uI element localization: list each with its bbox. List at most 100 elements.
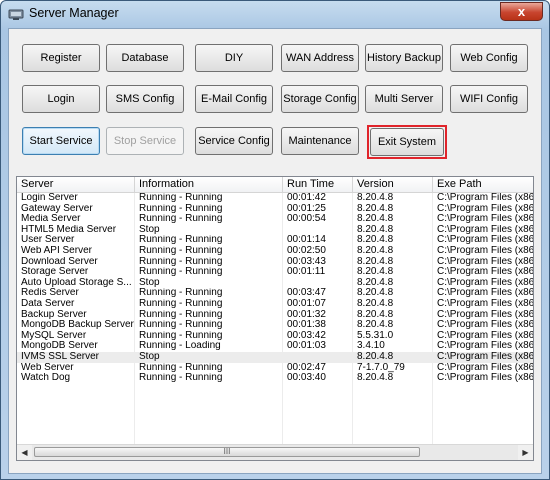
table-row[interactable]: Storage Server Running - Running 00:01:11 8… — [17, 267, 533, 278]
column-header-server[interactable]: Server — [17, 177, 135, 192]
table-cell: 00:03:43 — [287, 256, 326, 267]
column-header-exe-path[interactable]: Exe Path — [433, 177, 533, 192]
table-cell: 8.20.4.8 — [357, 277, 394, 288]
start-service-button[interactable]: Start Service — [22, 127, 100, 155]
table-row[interactable]: Web API Server Running - Running 00:02:50 8… — [17, 246, 533, 257]
table-cell: 00:02:47 — [287, 362, 326, 373]
table-cell: Storage Server — [21, 267, 89, 278]
table-cell: 3.4.10 — [357, 341, 385, 352]
table-row[interactable]: Backup Server Running - Running 00:01:32 8.… — [17, 310, 533, 321]
table-cell: C:\Program Files (x86)\I\ — [437, 288, 533, 299]
register-button[interactable]: Register — [22, 44, 100, 72]
table-row[interactable]: Web Server Running - Running 00:02:47 7-1.7… — [17, 363, 533, 374]
table-cell: Running - Running — [139, 320, 223, 331]
table-cell: Running - Running — [139, 298, 223, 309]
column-header-information[interactable]: Information — [135, 177, 283, 192]
login-button[interactable]: Login — [22, 85, 100, 113]
table-row[interactable]: Login Server Running - Running 00:01:42 8.2… — [17, 193, 533, 204]
table-row[interactable]: Auto Upload Storage S... Stop 8.20.4.8 C:\P… — [17, 278, 533, 289]
table-cell: 00:02:50 — [287, 245, 326, 256]
table-row[interactable]: MySQL Server Running - Running 00:03:42 5.5… — [17, 331, 533, 342]
table-cell: C:\Program Files (x86)\I\ — [437, 351, 533, 362]
history-backup-button[interactable]: History Backup — [365, 44, 443, 72]
table-cell: Running - Running — [139, 235, 223, 246]
web-config-button[interactable]: Web Config — [450, 44, 528, 72]
table-cell: 5.5.31.0 — [357, 330, 394, 341]
table-cell: 00:03:47 — [287, 288, 326, 299]
table-cell: 00:01:03 — [287, 341, 326, 352]
column-header-run-time[interactable]: Run Time — [283, 177, 353, 192]
table-cell: Running - Running — [139, 203, 223, 214]
table-cell: Stop — [139, 351, 160, 362]
table-row[interactable]: Media Server Running - Running 00:00:54 8.2… — [17, 214, 533, 225]
table-cell: C:\Program Files (x86)\I\ — [437, 256, 533, 267]
scroll-right-arrow-icon[interactable]: ▶ — [518, 445, 533, 460]
table-row[interactable]: Download Server Running - Running 00:03:43… — [17, 257, 533, 268]
table-cell: 00:01:42 — [287, 193, 326, 203]
table-cell: Running - Running — [139, 256, 223, 267]
table-cell: 7-1.7.0_79 — [357, 362, 405, 373]
close-button[interactable]: x — [500, 2, 543, 21]
table-row[interactable]: IVMS SSL Server Stop 8.20.4.8 C:\Program Fi… — [17, 351, 533, 363]
table-cell: 00:01:38 — [287, 320, 326, 331]
service-config-button[interactable]: Service Config — [195, 127, 273, 155]
table-cell: MongoDB Backup Server — [21, 320, 134, 331]
table-cell: C:\Program Files (x86)\I\ — [437, 214, 533, 225]
email-config-button[interactable]: E-Mail Config — [195, 85, 273, 113]
table-row[interactable]: Redis Server Running - Running 00:03:47 8.2… — [17, 288, 533, 299]
table-row[interactable]: Data Server Running - Running 00:01:07 8.20… — [17, 299, 533, 310]
exit-system-highlight-box — [367, 125, 447, 159]
table-cell: C:\Program Files (x86)\I\ — [437, 362, 533, 373]
stop-service-button[interactable]: Stop Service — [106, 127, 184, 155]
multi-server-button[interactable]: Multi Server — [365, 85, 443, 113]
table-cell: 8.20.4.8 — [357, 214, 394, 225]
table-cell: Stop — [139, 277, 160, 288]
table-cell — [283, 278, 353, 289]
table-cell: Backup Server — [21, 309, 87, 320]
scroll-left-arrow-icon[interactable]: ◀ — [17, 445, 32, 460]
title-bar[interactable]: Server Manager x — [1, 1, 549, 27]
wifi-config-button[interactable]: WIFI Config — [450, 85, 528, 113]
storage-config-button[interactable]: Storage Config — [281, 85, 359, 113]
scrollbar-grip-icon: III — [223, 447, 231, 456]
server-manager-window: Server Manager x Register Database DIY W… — [0, 0, 550, 480]
table-cell: Watch Dog — [21, 373, 71, 384]
table-row[interactable]: HTML5 Media Server Stop 8.20.4.8 C:\Program… — [17, 225, 533, 236]
sms-config-button[interactable]: SMS Config — [106, 85, 184, 113]
table-cell: 8.20.4.8 — [357, 288, 394, 299]
table-cell: 00:01:25 — [287, 203, 326, 214]
table-row[interactable]: Gateway Server Running - Running 00:01:25 8… — [17, 204, 533, 215]
table-cell: C:\Program Files (x86)\I\ — [437, 235, 533, 246]
server-list-table[interactable]: Server Information Run Time Version Exe … — [16, 176, 534, 461]
table-cell: Stop — [139, 224, 160, 235]
table-cell: Media Server — [21, 214, 81, 225]
table-row[interactable]: Watch Dog Running - Running 00:03:40 8.20.4… — [17, 373, 533, 384]
table-row[interactable]: MongoDB Server Running - Loading 00:01:03 3… — [17, 341, 533, 352]
table-cell: 8.20.4.8 — [357, 320, 394, 331]
horizontal-scrollbar[interactable]: ◀ III ▶ — [17, 444, 533, 460]
table-body: Login Server Running - Running 00:01:42 8.2… — [17, 193, 533, 384]
scrollbar-thumb[interactable]: III — [34, 447, 420, 457]
table-cell: 8.20.4.8 — [357, 309, 394, 320]
table-cell: C:\Program Files (x86)\I\ — [437, 373, 533, 384]
table-cell: Running - Running — [139, 193, 223, 203]
table-cell: Running - Running — [139, 288, 223, 299]
table-cell: Running - Running — [139, 214, 223, 225]
table-cell: C:\Program Files (x86)\I\ — [437, 330, 533, 341]
database-button[interactable]: Database — [106, 44, 184, 72]
table-cell — [283, 225, 353, 236]
table-row[interactable]: User Server Running - Running 00:01:14 8.20… — [17, 235, 533, 246]
table-cell: HTML5 Media Server — [21, 224, 117, 235]
table-cell: Running - Running — [139, 373, 223, 384]
table-cell: 8.20.4.8 — [357, 267, 394, 278]
column-header-version[interactable]: Version — [353, 177, 433, 192]
wan-address-button[interactable]: WAN Address — [281, 44, 359, 72]
table-cell: 00:01:14 — [287, 235, 326, 246]
table-cell: 00:03:42 — [287, 330, 326, 341]
table-cell: Login Server — [21, 193, 78, 203]
table-row[interactable]: MongoDB Backup Server Running - Running 00… — [17, 320, 533, 331]
table-cell: C:\Program Files (x86)\I\ — [437, 320, 533, 331]
diy-button[interactable]: DIY — [195, 44, 273, 72]
maintenance-button[interactable]: Maintenance — [281, 127, 359, 155]
table-cell: Auto Upload Storage S... — [21, 277, 132, 288]
